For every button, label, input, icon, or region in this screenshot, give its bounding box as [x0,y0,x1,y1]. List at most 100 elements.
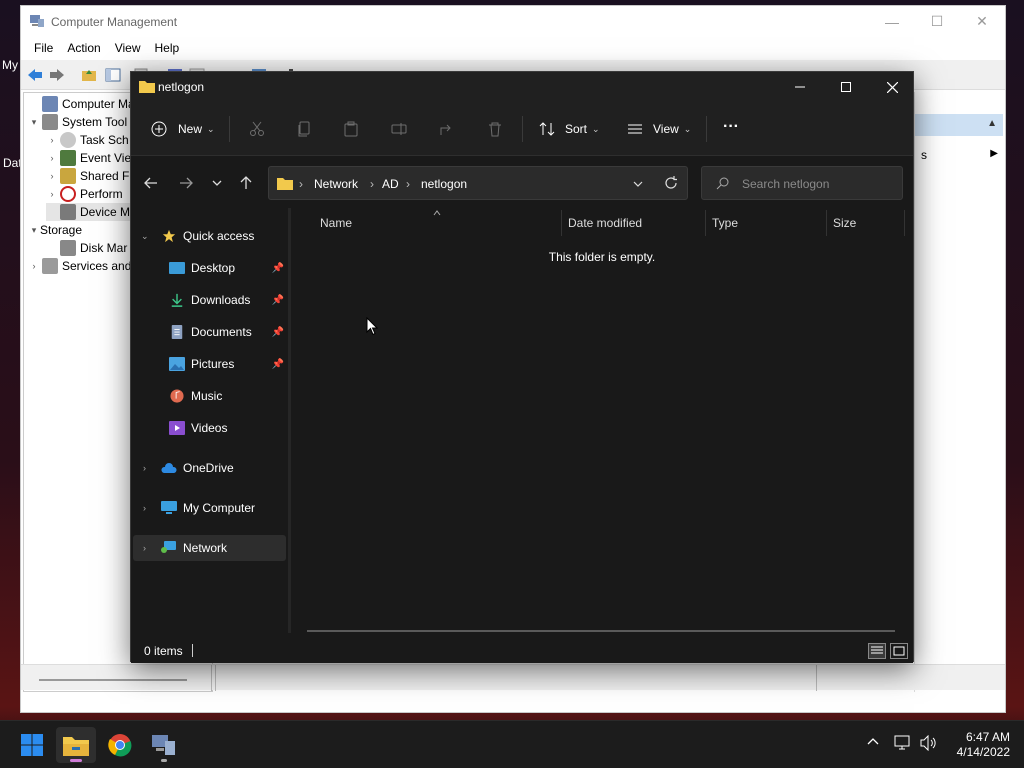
chevron-up-icon[interactable] [866,735,880,752]
nav-item-quick-access[interactable]: ⌄ Quick access [133,223,286,249]
column-header-name[interactable]: Name [320,216,352,230]
desktop-icon-label[interactable]: My [2,58,18,72]
tree-item[interactable]: › Shared F [46,167,129,185]
column-divider[interactable] [826,210,827,236]
nav-item-network[interactable]: › Network [133,535,286,561]
new-button[interactable]: New ⌄ [151,118,215,140]
volume-icon[interactable] [920,734,938,754]
rename-button[interactable] [391,118,407,140]
column-header-size[interactable]: Size [833,216,856,230]
horizontal-scrollbar[interactable] [307,630,895,632]
taskbar-computer-management[interactable] [144,727,184,763]
maximize-button[interactable] [823,72,869,102]
recent-locations-button[interactable] [207,173,227,193]
tree-item[interactable]: › Task Sch [46,131,129,149]
tree-item[interactable]: › Event Vie [46,149,131,167]
delete-button[interactable] [487,118,503,140]
pin-icon[interactable]: 📌 [272,359,284,370]
tiles-view-button[interactable] [890,643,908,659]
back-arrow-icon[interactable] [27,68,43,82]
details-view-button[interactable] [868,643,886,659]
address-bar[interactable]: › Network › AD › netlogon [268,166,688,200]
forward-button[interactable] [176,173,196,193]
system-clock[interactable]: 6:47 AM 4/14/2022 [940,730,1010,760]
expand-arrow-icon[interactable]: ▶ [990,148,998,159]
tree-item[interactable]: ▾ System Tool [28,113,127,131]
scrollbar[interactable] [39,679,187,681]
nav-item-desktop[interactable]: Desktop 📌 [133,255,286,281]
start-button[interactable] [12,727,52,763]
tree-item[interactable]: Disk Mar [46,239,127,257]
chevron-right-icon[interactable]: › [143,463,146,473]
column-divider[interactable] [705,210,706,236]
menu-file[interactable]: File [27,37,60,59]
tree-label: System Tool [62,115,128,129]
tree-item[interactable]: Device M [46,203,131,221]
tree-arrow[interactable]: › [46,153,58,163]
breadcrumb-netlogon[interactable]: netlogon [421,177,467,191]
tree-arrow[interactable]: › [46,135,58,145]
copy-button[interactable] [296,118,312,140]
collapse-arrow-icon[interactable]: ▲ [987,118,997,129]
title-bar[interactable]: Computer Management — ☐ ✕ [21,6,1005,37]
desktop-icon-label[interactable]: Dat [3,156,22,170]
nav-item-pictures[interactable]: Pictures 📌 [133,351,286,377]
chevron-down-icon[interactable]: ⌄ [141,231,149,242]
tree-arrow[interactable]: › [46,189,58,199]
maximize-button[interactable]: ☐ [914,6,960,37]
close-button[interactable] [869,72,915,102]
nav-item-downloads[interactable]: Downloads 📌 [133,287,286,313]
pin-icon[interactable]: 📌 [272,263,284,274]
taskbar-file-explorer[interactable] [56,727,96,763]
minimize-button[interactable]: — [869,6,915,37]
share-button[interactable] [439,118,455,140]
column-header-type[interactable]: Type [712,216,738,230]
back-button[interactable] [141,173,161,193]
show-tree-icon[interactable] [105,68,121,82]
nav-item-my-computer[interactable]: › My Computer [133,495,286,521]
chevron-right-icon[interactable]: › [143,503,146,513]
search-box[interactable]: Search netlogon [701,166,903,200]
close-button[interactable]: ✕ [959,6,1005,37]
column-divider[interactable] [904,210,905,236]
tree-item[interactable]: ▾ Storage [28,221,82,239]
nav-item-onedrive[interactable]: › OneDrive [133,455,286,481]
nav-item-videos[interactable]: Videos [133,415,286,441]
paste-button[interactable] [343,118,359,140]
breadcrumb-ad[interactable]: AD [382,177,399,191]
tree-item[interactable]: › Perform [46,185,123,203]
chevron-down-icon[interactable] [632,179,644,189]
forward-arrow-icon [180,177,193,189]
tree-arrow[interactable]: › [28,261,40,271]
chevron-right-icon[interactable]: › [143,543,146,553]
up-folder-icon[interactable] [81,68,97,82]
tree-arrow[interactable]: ▾ [28,117,40,128]
forward-arrow-icon[interactable] [49,68,65,82]
tree-arrow[interactable]: ▾ [28,225,40,236]
actions-header[interactable]: ▲ [915,114,1003,136]
minimize-button[interactable] [777,72,823,102]
taskbar: 6:47 AM 4/14/2022 [0,720,1024,768]
cut-button[interactable] [249,118,265,140]
breadcrumb-separator-icon: › [299,177,303,191]
refresh-icon[interactable] [664,176,678,190]
tree-item[interactable]: › Services and [28,257,131,275]
column-divider[interactable] [561,210,562,236]
up-button[interactable] [236,173,256,193]
title-bar[interactable]: netlogon [131,72,913,102]
menu-action[interactable]: Action [60,37,107,59]
sort-button[interactable]: Sort ⌄ [539,118,600,140]
network-status-icon[interactable] [894,735,912,754]
pin-icon[interactable]: 📌 [272,295,284,306]
column-header-date-modified[interactable]: Date modified [568,216,642,230]
pin-icon[interactable]: 📌 [272,327,284,338]
menu-view[interactable]: View [108,37,148,59]
more-options-button[interactable]: ··· [723,116,739,138]
breadcrumb-network[interactable]: Network [314,177,358,191]
tree-arrow[interactable]: › [46,171,58,181]
view-button[interactable]: View ⌄ [627,118,691,140]
nav-item-documents[interactable]: Documents 📌 [133,319,286,345]
menu-help[interactable]: Help [148,37,187,59]
nav-item-music[interactable]: Music [133,383,286,409]
taskbar-chrome[interactable] [100,727,140,763]
